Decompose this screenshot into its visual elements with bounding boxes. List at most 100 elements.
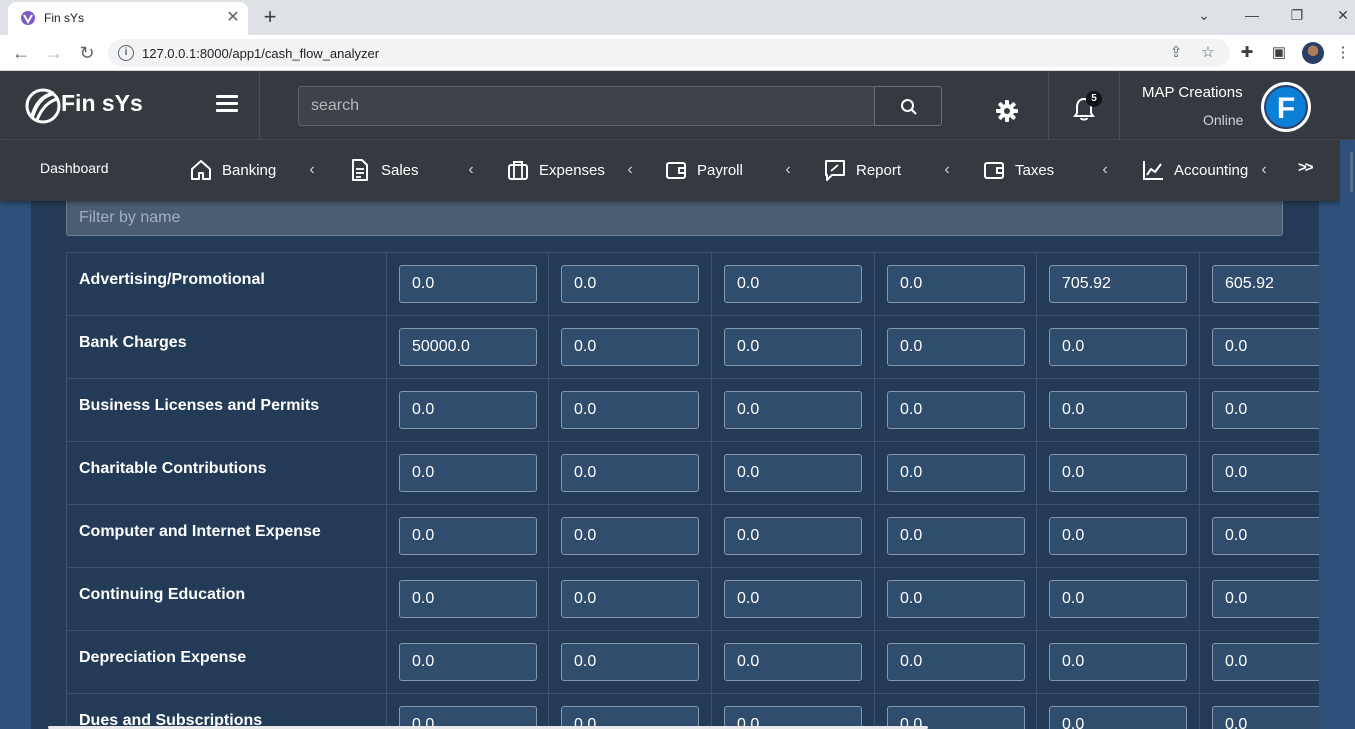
row-label: Bank Charges bbox=[79, 334, 187, 351]
amount-input[interactable] bbox=[887, 391, 1025, 429]
settings-gear-icon[interactable] bbox=[995, 99, 1019, 123]
chevron-left-icon[interactable]: ‹ bbox=[306, 160, 318, 180]
amount-input[interactable] bbox=[399, 580, 537, 618]
forward-button[interactable]: → bbox=[42, 42, 66, 64]
amount-input[interactable] bbox=[1049, 328, 1187, 366]
new-tab-button[interactable]: + bbox=[258, 5, 282, 29]
amount-input[interactable] bbox=[1212, 706, 1319, 729]
filter-by-name-input[interactable] bbox=[66, 201, 1283, 236]
nav-item-payroll[interactable]: Payroll bbox=[665, 158, 743, 182]
browser-profile-avatar[interactable] bbox=[1302, 42, 1324, 64]
reload-button[interactable]: ↻ bbox=[75, 42, 99, 64]
amount-input[interactable] bbox=[399, 391, 537, 429]
amount-input[interactable] bbox=[399, 328, 537, 366]
amount-input[interactable] bbox=[561, 391, 699, 429]
tab-search-icon[interactable]: ⌄ bbox=[1192, 5, 1216, 25]
amount-input[interactable] bbox=[561, 328, 699, 366]
amount-input[interactable] bbox=[887, 580, 1025, 618]
side-panel-icon[interactable]: ▣ bbox=[1268, 42, 1290, 64]
nav-item-taxes[interactable]: Taxes bbox=[983, 158, 1054, 182]
chevron-left-icon[interactable]: ‹ bbox=[941, 160, 953, 180]
amount-input[interactable] bbox=[1212, 643, 1319, 681]
nav-item-report[interactable]: Report bbox=[824, 158, 901, 182]
amount-input[interactable] bbox=[561, 517, 699, 555]
bookmark-star-icon[interactable]: ☆ bbox=[1198, 43, 1218, 63]
amount-input[interactable] bbox=[887, 265, 1025, 303]
table-row: Continuing Education bbox=[67, 568, 1319, 631]
chevron-left-icon[interactable]: ‹ bbox=[782, 160, 794, 180]
minimize-button[interactable]: — bbox=[1240, 5, 1264, 25]
browser-tab[interactable]: Fin sYs ✕ bbox=[8, 2, 248, 35]
amount-input[interactable] bbox=[399, 517, 537, 555]
share-icon[interactable]: ⇪ bbox=[1166, 43, 1186, 63]
chevron-left-icon[interactable]: ‹ bbox=[624, 160, 636, 180]
amount-input[interactable] bbox=[561, 643, 699, 681]
scrollbar-thumb[interactable] bbox=[1350, 152, 1353, 192]
nav-item-banking[interactable]: Banking bbox=[190, 158, 276, 182]
app-favicon-icon bbox=[21, 11, 35, 25]
amount-input[interactable] bbox=[1049, 265, 1187, 303]
search-input[interactable] bbox=[298, 86, 875, 126]
amount-input[interactable] bbox=[724, 328, 862, 366]
amount-input[interactable] bbox=[724, 454, 862, 492]
amount-input[interactable] bbox=[724, 580, 862, 618]
wallet-icon bbox=[984, 162, 1004, 179]
nav-dashboard[interactable]: Dashboard bbox=[40, 160, 109, 176]
nav-more-button[interactable]: >> bbox=[1298, 159, 1313, 176]
browser-menu-icon[interactable]: ⋮ bbox=[1332, 42, 1354, 64]
amount-input[interactable] bbox=[1049, 643, 1187, 681]
amount-input[interactable] bbox=[724, 265, 862, 303]
amount-input[interactable] bbox=[1049, 391, 1187, 429]
chevron-left-icon[interactable]: ‹ bbox=[1258, 160, 1270, 180]
amount-input[interactable] bbox=[1049, 706, 1187, 729]
amount-input[interactable] bbox=[561, 580, 699, 618]
search-icon bbox=[901, 99, 917, 115]
amount-input[interactable] bbox=[1212, 517, 1319, 555]
amount-input[interactable] bbox=[1049, 454, 1187, 492]
chevron-left-icon[interactable]: ‹ bbox=[465, 160, 477, 180]
amount-input[interactable] bbox=[724, 643, 862, 681]
close-window-button[interactable]: ✕ bbox=[1331, 5, 1355, 25]
close-tab-icon[interactable]: ✕ bbox=[224, 9, 242, 27]
nav-item-label: Accounting bbox=[1174, 161, 1249, 179]
extensions-puzzle-icon[interactable]: ✚ bbox=[1236, 42, 1258, 64]
amount-input[interactable] bbox=[1212, 454, 1319, 492]
back-button[interactable]: ← bbox=[9, 42, 33, 64]
url-text[interactable]: 127.0.0.1:8000/app1/cash_flow_analyzer bbox=[142, 46, 379, 61]
nav-item-label: Expenses bbox=[539, 161, 605, 179]
hamburger-menu-icon[interactable] bbox=[216, 95, 238, 115]
site-info-icon[interactable]: i bbox=[118, 45, 134, 61]
amount-input[interactable] bbox=[724, 391, 862, 429]
amount-input[interactable] bbox=[724, 517, 862, 555]
amount-input[interactable] bbox=[1049, 517, 1187, 555]
chevron-left-icon[interactable]: ‹ bbox=[1099, 160, 1111, 180]
table-row: Charitable Contributions bbox=[67, 442, 1319, 505]
amount-input[interactable] bbox=[887, 454, 1025, 492]
header-divider bbox=[259, 71, 260, 140]
amount-input[interactable] bbox=[1212, 328, 1319, 366]
amount-input[interactable] bbox=[399, 265, 537, 303]
address-bar[interactable]: i 127.0.0.1:8000/app1/cash_flow_analyzer… bbox=[108, 39, 1230, 67]
amount-input[interactable] bbox=[1212, 391, 1319, 429]
user-avatar[interactable]: F bbox=[1261, 82, 1311, 132]
amount-input[interactable] bbox=[561, 265, 699, 303]
header-divider bbox=[1048, 71, 1049, 140]
vertical-scrollbar[interactable] bbox=[1340, 140, 1355, 729]
amount-input[interactable] bbox=[887, 517, 1025, 555]
nav-item-accounting[interactable]: Accounting bbox=[1142, 158, 1248, 182]
amount-input[interactable] bbox=[1049, 580, 1187, 618]
amount-input[interactable] bbox=[887, 643, 1025, 681]
amount-input[interactable] bbox=[399, 643, 537, 681]
search-button[interactable] bbox=[874, 86, 942, 126]
amount-input[interactable] bbox=[1212, 265, 1319, 303]
restore-button[interactable]: ❐ bbox=[1285, 5, 1309, 25]
nav-item-expenses[interactable]: Expenses bbox=[507, 158, 605, 182]
main-content: Advertising/Promotional Bank Charges bbox=[0, 201, 1355, 729]
amount-input[interactable] bbox=[887, 328, 1025, 366]
amount-input[interactable] bbox=[1212, 580, 1319, 618]
amount-input[interactable] bbox=[561, 454, 699, 492]
amount-input[interactable] bbox=[399, 454, 537, 492]
nav-item-sales[interactable]: Sales bbox=[349, 158, 419, 182]
brand-name[interactable]: Fin sYs bbox=[61, 90, 143, 117]
nav-item-label: Payroll bbox=[697, 161, 743, 179]
